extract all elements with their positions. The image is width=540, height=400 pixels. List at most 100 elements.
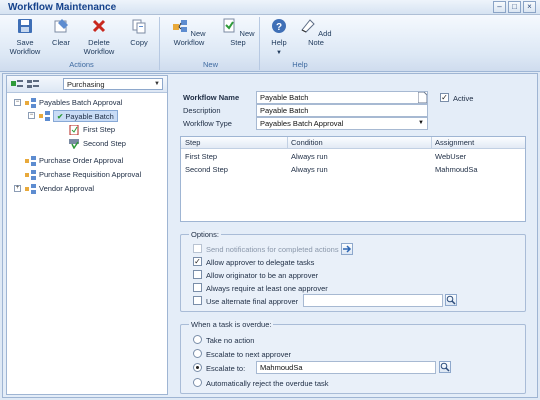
add-note-button[interactable]: Add Note [298,18,334,47]
always-require-checkbox[interactable] [193,283,202,292]
description-label: Description [183,106,221,115]
escalate-to-radio[interactable] [193,363,202,372]
workflow-name-value: Payable Batch [260,93,309,102]
minimize-button[interactable]: – [493,1,506,13]
help-button[interactable]: ? Help ▼ [264,18,294,58]
window-title: Workflow Maintenance [8,2,117,13]
auto-reject-radio[interactable] [193,378,202,387]
copy-icon [132,19,146,34]
collapse-toggle-payable-batch[interactable]: − [28,112,35,119]
escalate-next-label: Escalate to next approver [206,350,292,359]
new-group: New Workflow New Step New [162,17,260,70]
cell-step: First Step [185,152,218,161]
workflow-tree-pane: Purchasing ▼ − Payables Batch Approval −… [6,75,168,395]
table-row[interactable]: Second Step Always run MahmoudSa [181,164,525,176]
delete-workflow-label: Delete Workflow [83,38,115,56]
tree-item-label: Second Step [83,139,126,148]
workflow-type-select[interactable]: Payables Batch Approval ▼ [256,117,428,130]
options-group: Options: Send notifications for complete… [180,230,526,312]
allow-delegate-checkbox[interactable]: ✓ [193,257,202,266]
window-controls: – □ × [493,1,536,13]
ribbon: Save Workflow Clear Delete Workflow Copy… [0,15,540,72]
tree-item-label: Payables Batch Approval [39,98,123,107]
workflow-type-icon [25,184,36,195]
allow-originator-checkbox[interactable] [193,270,202,279]
tree-toolbar: Purchasing ▼ [7,76,167,93]
send-notifications-label: Send notifications for completed actions [206,245,339,254]
collapse-toggle-payables[interactable]: − [14,99,21,106]
new-workflow-icon [173,20,188,32]
allow-originator-label: Allow originator to be an approver [206,271,319,280]
column-divider [287,137,288,149]
delete-icon [92,19,106,33]
help-dropdown-icon: ▼ [276,50,282,56]
tree-item-payable-batch[interactable]: ✔ Payable Batch [53,110,118,122]
series-combo[interactable]: Purchasing ▼ [63,78,163,90]
arrow-right-icon [343,245,352,253]
alternate-approver-field[interactable] [303,294,443,307]
active-checkbox[interactable]: ✓ [440,93,449,102]
escalate-next-radio[interactable] [193,349,202,358]
description-field[interactable]: Payable Batch [256,104,428,117]
note-icon[interactable] [418,92,427,103]
save-icon [18,19,32,33]
take-no-action-radio[interactable] [193,335,202,344]
cell-condition: Always run [291,152,328,161]
send-notifications-checkbox[interactable] [193,244,202,253]
active-check-icon: ✔ [57,112,64,121]
copy-button[interactable]: Copy [124,18,154,47]
help-group: ? Help ▼ Add Note Help [262,17,338,70]
final-step-icon [69,139,79,150]
actions-group-label: Actions [69,60,94,69]
tree-item-label: Purchase Order Approval [39,156,124,165]
delete-workflow-button[interactable]: Delete Workflow [80,18,118,56]
new-step-button[interactable]: New Step [219,18,257,47]
column-assignment[interactable]: Assignment [435,137,474,149]
escalate-to-field[interactable]: MahmoudSa [256,361,436,374]
note-icon [301,19,316,33]
auto-reject-label: Automatically reject the overdue task [206,379,329,388]
save-workflow-button[interactable]: Save Workflow [6,18,44,56]
collapse-all-icon[interactable] [27,79,39,89]
clear-button[interactable]: Clear [47,18,75,47]
new-workflow-button[interactable]: New Workflow [164,18,214,47]
workflow-name-label: Workflow Name [183,93,240,102]
column-divider [431,137,432,149]
workflow-type-value: Payables Batch Approval [260,119,344,128]
active-label: Active [453,94,474,103]
column-condition[interactable]: Condition [291,137,323,149]
actions-group: Save Workflow Clear Delete Workflow Copy… [4,17,160,70]
steps-grid: Step Condition Assignment First Step Alw… [180,136,526,222]
workflow-name-field[interactable]: Payable Batch [256,91,428,104]
column-step[interactable]: Step [185,137,200,149]
tree-item-vendor-approval[interactable]: Vendor Approval [25,183,94,195]
expand-toggle-vendor[interactable]: + [14,185,21,192]
tree-item-first-step[interactable]: First Step [69,124,115,136]
search-icon [446,295,456,305]
expand-all-icon[interactable] [11,79,23,89]
save-workflow-label: Save Workflow [9,38,41,56]
title-bar: Workflow Maintenance – □ × [0,0,540,15]
tree-item-purchase-order-approval[interactable]: Purchase Order Approval [25,155,123,167]
cell-assignment: MahmoudSa [435,165,478,174]
cell-assignment: WebUser [435,152,467,161]
tree-item-purchase-requisition-approval[interactable]: Purchase Requisition Approval [25,169,141,181]
escalate-lookup-button[interactable] [439,361,451,373]
notification-settings-button[interactable] [341,243,353,255]
search-icon [440,362,450,372]
clear-icon [54,19,68,33]
step-icon [69,125,79,136]
use-alternate-checkbox[interactable] [193,296,202,305]
alternate-lookup-button[interactable] [445,294,457,306]
chevron-down-icon: ▼ [154,81,160,87]
tree-item-label: First Step [83,125,116,134]
workflow-type-label: Workflow Type [183,119,232,128]
maximize-button[interactable]: □ [508,1,521,13]
close-window-button[interactable]: × [523,1,536,13]
table-row[interactable]: First Step Always run WebUser [181,151,525,163]
allow-delegate-label: Allow approver to delegate tasks [206,258,315,267]
tree-item-payables-batch-approval[interactable]: Payables Batch Approval [25,97,122,109]
options-title: Options: [189,230,221,239]
tree-item-second-step[interactable]: Second Step [69,138,126,150]
workflow-type-icon [25,170,36,181]
